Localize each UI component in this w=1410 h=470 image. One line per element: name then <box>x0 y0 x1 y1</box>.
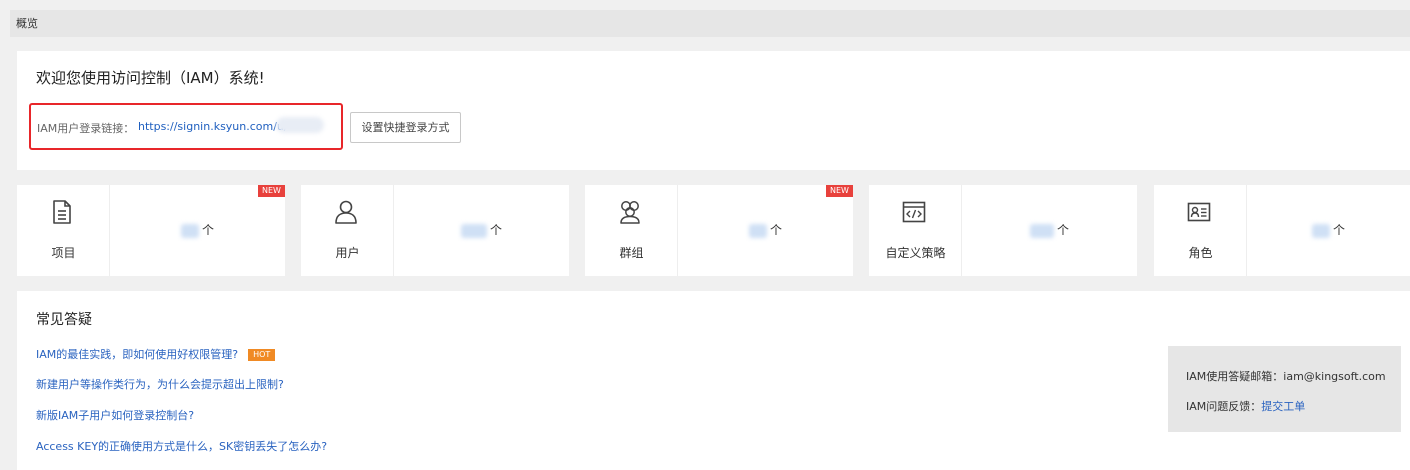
faq-item-limit[interactable]: 新建用户等操作类行为，为什么会提示超出上限制? <box>36 376 284 392</box>
count-unit: 个 <box>769 223 782 237</box>
page-header: 概览 <box>10 10 1410 37</box>
card-users[interactable]: 用户 个 <box>301 185 569 276</box>
page-title: 概览 <box>16 17 38 30</box>
card-custom-policies[interactable]: 自定义策略 个 <box>869 185 1137 276</box>
count-unit: 个 <box>1332 223 1345 237</box>
card-policies-left: 自定义策略 <box>869 185 962 276</box>
card-count: 个 <box>110 221 285 238</box>
card-label: 自定义策略 <box>885 246 946 260</box>
faq-item-label[interactable]: IAM的最佳实践，即如何使用好权限管理? <box>36 348 238 361</box>
faq-item-subuser-login[interactable]: 新版IAM子用户如何登录控制台? <box>36 407 194 423</box>
contact-email: iam@kingsoft.com <box>1283 370 1386 383</box>
login-link-label: IAM用户登录链接： <box>37 122 135 135</box>
redacted-count <box>1311 223 1330 238</box>
contact-box: IAM使用答疑邮箱：iam@kingsoft.com IAM问题反馈：提交工单 <box>1168 346 1401 432</box>
count-unit: 个 <box>489 223 502 237</box>
contact-feedback-line: IAM问题反馈：提交工单 <box>1186 398 1305 414</box>
new-badge: NEW <box>258 185 285 197</box>
group-icon <box>620 201 640 224</box>
card-projects-left: 项目 <box>17 185 110 276</box>
card-label: 群组 <box>619 246 644 260</box>
hot-badge: HOT <box>248 349 276 361</box>
redacted-count <box>180 223 199 238</box>
quick-login-button[interactable]: 设置快捷登录方式 <box>350 112 461 143</box>
faq-item-access-key[interactable]: Access KEY的正确使用方式是什么，SK密钥丢失了怎么办? <box>36 438 327 454</box>
faq-title: 常见答疑 <box>36 312 92 328</box>
card-roles[interactable]: 角色 个 <box>1154 185 1410 276</box>
card-count: 个 <box>962 221 1137 238</box>
card-count: 个 <box>678 221 853 238</box>
count-unit: 个 <box>1056 223 1069 237</box>
new-badge: NEW <box>826 185 853 197</box>
card-roles-left: 角色 <box>1154 185 1247 276</box>
count-unit: 个 <box>201 223 214 237</box>
redacted-count <box>748 223 767 238</box>
card-label: 用户 <box>335 246 360 260</box>
card-count: 个 <box>394 221 569 238</box>
redacted-count <box>460 223 487 238</box>
contact-email-line: IAM使用答疑邮箱：iam@kingsoft.com <box>1186 368 1386 384</box>
card-projects[interactable]: 项目 个 NEW <box>17 185 285 276</box>
contact-feedback-label: IAM问题反馈： <box>1186 400 1262 413</box>
welcome-title: 欢迎您使用访问控制（IAM）系统! <box>36 69 265 87</box>
welcome-panel: 欢迎您使用访问控制（IAM）系统! IAM用户登录链接： https://sig… <box>17 51 1410 170</box>
user-icon <box>335 200 357 224</box>
document-icon <box>53 200 71 224</box>
faq-panel: 常见答疑 IAM的最佳实践，即如何使用好权限管理? HOT 新建用户等操作类行为，… <box>17 291 1410 470</box>
submit-ticket-link[interactable]: 提交工单 <box>1261 400 1305 413</box>
contact-email-label: IAM使用答疑邮箱： <box>1186 370 1284 383</box>
faq-item-best-practice[interactable]: IAM的最佳实践，即如何使用好权限管理? HOT <box>36 346 276 362</box>
redacted-count <box>1029 223 1054 238</box>
card-label: 项目 <box>51 246 76 260</box>
card-groups-left: 群组 <box>585 185 678 276</box>
login-link-url[interactable]: https://signin.ksyun.com/u/ <box>138 120 288 133</box>
card-count: 个 <box>1247 221 1410 238</box>
code-policy-icon <box>902 201 926 223</box>
role-card-icon <box>1187 202 1211 222</box>
redacted-account-id <box>276 117 324 133</box>
card-label: 角色 <box>1188 246 1213 260</box>
card-users-left: 用户 <box>301 185 394 276</box>
card-groups[interactable]: 群组 个 NEW <box>585 185 853 276</box>
